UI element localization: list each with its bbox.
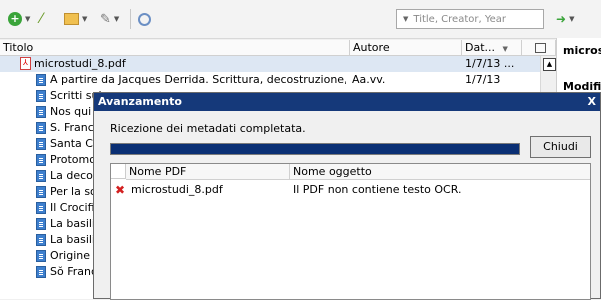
pdf-icon: ⅄ xyxy=(20,57,31,70)
dialog-title: Avanzamento xyxy=(98,95,182,108)
document-icon xyxy=(36,218,46,230)
column-header-title[interactable]: Titolo xyxy=(0,40,350,56)
error-icon: ✖ xyxy=(115,183,126,197)
add-circle-icon: + xyxy=(8,12,22,26)
row-title: A partire da Jacques Derrida. Scrittura,… xyxy=(50,73,346,86)
pen-icon: ✎ xyxy=(100,11,111,27)
results-row[interactable]: ✖ microstudi_8.pdf Il PDF non contiene tes… xyxy=(111,182,590,198)
dialog-titlebar[interactable]: Avanzamento X xyxy=(94,93,600,111)
row-date: 1/7/13 xyxy=(465,73,501,86)
folder-new-icon xyxy=(64,13,79,25)
results-list: Nome PDF Nome oggetto ✖ microstudi_8.pdf I… xyxy=(110,163,591,300)
row-author: Aa.vv. xyxy=(352,73,386,86)
new-collection-button[interactable]: ▼ xyxy=(64,10,87,28)
row-title: microstudi_8.pdf xyxy=(34,57,126,70)
table-row[interactable]: A partire da Jacques Derrida. Scrittura,… xyxy=(0,72,540,88)
toolbar-separator xyxy=(130,9,131,29)
magic-wand-icon: ⁄ xyxy=(40,11,43,27)
dialog-message: Ricezione dei metadati completata. xyxy=(110,122,306,135)
document-icon xyxy=(36,122,46,134)
results-item-name: Il PDF non contiene testo OCR. xyxy=(293,183,462,196)
close-button[interactable]: Chiudi xyxy=(530,136,591,158)
row-date: 1/7/13 ... xyxy=(465,57,515,70)
column-picker-button[interactable] xyxy=(522,40,556,56)
document-icon xyxy=(36,74,46,86)
sort-desc-icon: ▼ xyxy=(502,45,508,53)
document-icon xyxy=(36,234,46,246)
results-header-spacer xyxy=(111,164,126,179)
column-header-date-label: Dat... xyxy=(465,41,496,54)
scroll-up-icon[interactable]: ▲ xyxy=(543,58,556,71)
search-input[interactable]: ▼ Title, Creator, Year xyxy=(396,9,544,29)
document-icon xyxy=(36,170,46,182)
document-icon xyxy=(36,106,46,118)
search-mode-chevron-icon: ▼ xyxy=(403,15,409,23)
advanced-search-button[interactable] xyxy=(138,10,151,28)
document-icon xyxy=(36,154,46,166)
document-icon xyxy=(36,90,46,102)
chevron-down-icon: ▼ xyxy=(113,15,120,23)
chevron-down-icon: ▼ xyxy=(569,15,575,23)
results-pdf-name: microstudi_8.pdf xyxy=(131,183,223,196)
progress-fill xyxy=(111,144,519,154)
column-picker-icon xyxy=(534,43,546,53)
table-row[interactable]: ⅄ microstudi_8.pdf 1/7/13 ... xyxy=(0,56,540,72)
document-icon xyxy=(36,266,46,278)
locate-button[interactable]: ➜ ▼ xyxy=(556,10,574,28)
search-icon xyxy=(138,12,151,26)
chevron-down-icon: ▼ xyxy=(82,15,88,23)
document-icon xyxy=(36,250,46,262)
close-icon[interactable]: X xyxy=(588,93,596,111)
progress-dialog: Avanzamento X Ricezione dei metadati com… xyxy=(93,92,601,300)
chevron-down-icon: ▼ xyxy=(25,15,31,23)
toolbar: + ▼ ⁄ ▼ ✎ ▼ ▼ Title, Creator, Year ➜ ▼ xyxy=(0,0,601,39)
document-icon xyxy=(36,202,46,214)
document-icon xyxy=(36,138,46,150)
attach-button[interactable]: ✎ ▼ xyxy=(100,10,119,28)
search-placeholder: Title, Creator, Year xyxy=(413,13,507,25)
results-header-pdf[interactable]: Nome PDF xyxy=(126,164,290,180)
column-header-date[interactable]: Dat... ▼ xyxy=(462,40,522,56)
results-header-item[interactable]: Nome oggetto xyxy=(290,164,590,180)
column-header-author[interactable]: Autore xyxy=(350,40,462,56)
document-icon xyxy=(36,186,46,198)
magic-wand-button[interactable]: ⁄ xyxy=(40,10,42,28)
locate-icon: ➜ xyxy=(556,12,567,26)
new-item-button[interactable]: + ▼ xyxy=(8,10,30,28)
progress-bar xyxy=(110,143,520,155)
item-pane-title: microst xyxy=(563,44,601,57)
